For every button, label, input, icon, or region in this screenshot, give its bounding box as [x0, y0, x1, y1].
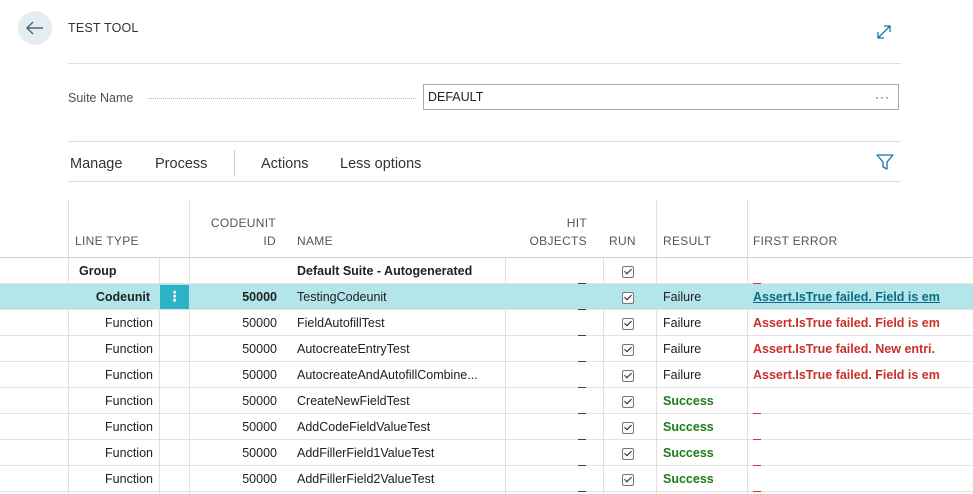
header-name[interactable]: NAME: [297, 232, 333, 250]
header-codeunit-id-bottom[interactable]: ID: [190, 232, 276, 250]
suite-name-label: Suite Name: [68, 91, 134, 105]
table-row[interactable]: Function 50000 CreateNewFieldTest Succes…: [0, 388, 973, 414]
hit-objects-cell: [578, 440, 590, 466]
run-checkbox[interactable]: [622, 388, 636, 414]
first-error-cell[interactable]: Assert.IsTrue failed. New entri.: [753, 336, 973, 362]
action-less-options[interactable]: Less options: [340, 156, 421, 172]
header-line-type[interactable]: LINE TYPE: [75, 232, 139, 250]
codeunit-id-cell: 50000: [242, 446, 277, 460]
first-error-cell: [753, 258, 973, 284]
codeunit-id-cell: 50000: [242, 290, 277, 304]
action-actions[interactable]: Actions: [261, 156, 309, 172]
name-cell[interactable]: AddCodeFieldValueTest: [297, 414, 503, 440]
action-separator: [234, 150, 235, 176]
result-cell: Success: [663, 420, 714, 434]
header-first-error[interactable]: FIRST ERROR: [753, 232, 837, 250]
hit-objects-cell: [578, 466, 590, 492]
name-cell[interactable]: FieldAutofillTest: [297, 310, 503, 336]
hit-objects-cell: [578, 258, 590, 284]
line-type-cell: Function: [105, 394, 153, 408]
name-cell[interactable]: AddFillerField2ValueTest: [297, 466, 503, 492]
suite-lookup-button[interactable]: ···: [875, 85, 890, 109]
run-checkbox[interactable]: [622, 440, 636, 466]
codeunit-id-cell: 50000: [242, 316, 277, 330]
arrow-left-icon: [26, 21, 43, 35]
name-cell[interactable]: AutocreateAndAutofillCombine...: [297, 362, 503, 388]
run-checkbox[interactable]: [622, 466, 636, 492]
run-checkbox[interactable]: [622, 362, 636, 388]
line-type-cell: Function: [105, 316, 153, 330]
field-divider: [68, 141, 901, 142]
run-checkbox[interactable]: [622, 258, 636, 284]
result-cell: Failure: [663, 368, 702, 382]
codeunit-id-cell: 50000: [242, 368, 277, 382]
line-type-cell: Function: [105, 420, 153, 434]
filter-funnel-icon[interactable]: [876, 154, 894, 171]
suite-name-input[interactable]: DEFAULT ···: [423, 84, 899, 110]
run-checkbox[interactable]: [622, 414, 636, 440]
table-row[interactable]: Function 50000 AddFillerField2ValueTest …: [0, 466, 973, 492]
name-cell[interactable]: CreateNewFieldTest: [297, 388, 503, 414]
result-cell: Success: [663, 446, 714, 460]
header-divider: [68, 63, 901, 64]
name-cell[interactable]: AutocreateEntryTest: [297, 336, 503, 362]
codeunit-id-cell: 50000: [242, 342, 277, 356]
table-row-selected[interactable]: Codeunit ⋮ 50000 TestingCodeunit Failure…: [0, 284, 973, 310]
first-error-cell: [753, 414, 973, 440]
page-title: TEST TOOL: [68, 21, 139, 35]
expand-diagonal-icon[interactable]: [874, 22, 894, 42]
table-row[interactable]: Function 50000 AutocreateEntryTest Failu…: [0, 336, 973, 362]
first-error-link[interactable]: Assert.IsTrue failed. Field is em: [753, 284, 973, 310]
hit-objects-cell: [578, 336, 590, 362]
name-cell[interactable]: Default Suite - Autogenerated: [297, 258, 503, 284]
hit-objects-cell: [578, 414, 590, 440]
field-leader-dots: [148, 98, 416, 99]
result-cell: Failure: [663, 316, 702, 330]
table-row[interactable]: Function 50000 FieldAutofillTest Failure…: [0, 310, 973, 336]
hit-objects-cell: [578, 388, 590, 414]
header-result[interactable]: RESULT: [663, 232, 711, 250]
first-error-cell: [753, 466, 973, 492]
result-cell: Failure: [663, 342, 702, 356]
table-row[interactable]: Function 50000 AddCodeFieldValueTest Suc…: [0, 414, 973, 440]
result-cell: Success: [663, 472, 714, 486]
table-row[interactable]: Function 50000 AutocreateAndAutofillComb…: [0, 362, 973, 388]
run-checkbox[interactable]: [622, 336, 636, 362]
table-row-group[interactable]: Group Default Suite - Autogenerated: [0, 258, 973, 284]
line-type-cell: Group: [79, 264, 117, 278]
codeunit-id-cell: 50000: [242, 472, 277, 486]
hit-objects-cell: [578, 310, 590, 336]
first-error-cell: [753, 388, 973, 414]
line-type-cell: Codeunit: [95, 290, 150, 304]
hit-objects-cell: [578, 284, 590, 310]
suite-name-value: DEFAULT: [428, 90, 484, 104]
first-error-cell: [753, 440, 973, 466]
run-checkbox[interactable]: [622, 310, 636, 336]
action-process[interactable]: Process: [155, 156, 207, 172]
name-cell[interactable]: AddFillerField1ValueTest: [297, 440, 503, 466]
first-error-cell[interactable]: Assert.IsTrue failed. Field is em: [753, 310, 973, 336]
line-type-cell: Function: [105, 472, 153, 486]
codeunit-id-cell: 50000: [242, 420, 277, 434]
codeunit-id-cell: 50000: [242, 394, 277, 408]
action-manage[interactable]: Manage: [70, 156, 122, 172]
line-type-cell: Function: [105, 368, 153, 382]
line-type-cell: Function: [105, 446, 153, 460]
header-hit-objects-top[interactable]: HIT: [506, 214, 587, 232]
result-cell: Failure: [663, 290, 702, 304]
line-type-cell: Function: [105, 342, 153, 356]
run-checkbox[interactable]: [622, 284, 636, 310]
first-error-cell[interactable]: Assert.IsTrue failed. Field is em: [753, 362, 973, 388]
header-run[interactable]: RUN: [609, 232, 636, 250]
back-button[interactable]: [18, 11, 52, 45]
header-hit-objects-bottom[interactable]: OBJECTS: [506, 232, 587, 250]
name-cell[interactable]: TestingCodeunit: [297, 284, 503, 310]
table-row[interactable]: Function 50000 AddFillerField1ValueTest …: [0, 440, 973, 466]
row-actions-menu-button[interactable]: ⋮: [160, 285, 189, 309]
actionbar-divider: [68, 181, 901, 182]
header-codeunit-id-top[interactable]: CODEUNIT: [190, 214, 276, 232]
result-cell: Success: [663, 394, 714, 408]
hit-objects-cell: [578, 362, 590, 388]
